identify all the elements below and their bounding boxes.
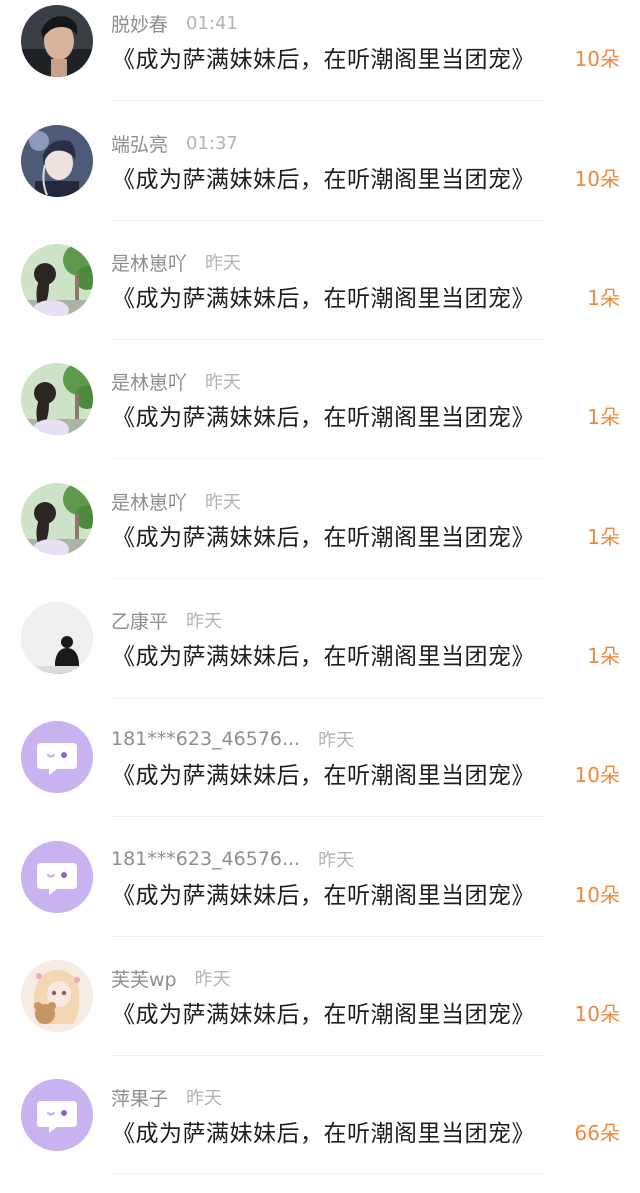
message-text: 《成为萨满妹妹后，在听潮阁里当团宠》 bbox=[112, 167, 535, 193]
message-row[interactable]: 是林崽吖 昨天 《成为萨满妹妹后，在听潮阁里当团宠》 1朵 bbox=[0, 239, 640, 358]
divider bbox=[112, 578, 544, 579]
user-name[interactable]: 181***623_46576... bbox=[111, 728, 300, 750]
message-meta: 萍果子 昨天 bbox=[111, 1084, 222, 1110]
message-text: 《成为萨满妹妹后，在听潮阁里当团宠》 bbox=[112, 1002, 535, 1028]
avatar-bw-figure-silhouette[interactable] bbox=[21, 602, 93, 674]
message-meta: 181***623_46576... 昨天 bbox=[111, 726, 354, 752]
avatar-anime-girl-teddy-bear[interactable] bbox=[21, 960, 93, 1032]
user-name[interactable]: 是林崽吖 bbox=[111, 249, 187, 276]
user-name[interactable]: 181***623_46576... bbox=[111, 848, 300, 870]
message-row[interactable]: 脱妙春 01:41 《成为萨满妹妹后，在听潮阁里当团宠》 10朵 bbox=[0, 0, 640, 119]
user-name[interactable]: 萍果子 bbox=[111, 1084, 168, 1111]
avatar-portrait-man-dark-hair[interactable] bbox=[21, 5, 93, 77]
message-row[interactable]: 萍果子 昨天 《成为萨满妹妹后，在听潮阁里当团宠》 66朵 bbox=[0, 1074, 640, 1193]
message-text: 《成为萨满妹妹后，在听潮阁里当团宠》 bbox=[112, 763, 535, 789]
message-list: 脱妙春 01:41 《成为萨满妹妹后，在听潮阁里当团宠》 10朵 端弘亮 01:… bbox=[0, 0, 640, 1180]
divider bbox=[112, 100, 544, 101]
gift-count: 10朵 bbox=[574, 47, 620, 71]
user-name[interactable]: 乙康平 bbox=[111, 607, 168, 634]
avatar-girl-ponytail-trees[interactable] bbox=[21, 363, 93, 435]
timestamp: 昨天 bbox=[205, 492, 242, 513]
message-text: 《成为萨满妹妹后，在听潮阁里当团宠》 bbox=[112, 1121, 535, 1147]
message-text: 《成为萨满妹妹后，在听潮阁里当团宠》 bbox=[112, 644, 535, 670]
message-text: 《成为萨满妹妹后，在听潮阁里当团宠》 bbox=[112, 286, 535, 312]
message-text: 《成为萨满妹妹后，在听潮阁里当团宠》 bbox=[112, 525, 535, 551]
avatar-anime-boy-headphones[interactable] bbox=[21, 125, 93, 197]
message-text: 《成为萨满妹妹后，在听潮阁里当团宠》 bbox=[112, 405, 535, 431]
message-text: 《成为萨满妹妹后，在听潮阁里当团宠》 bbox=[112, 47, 535, 73]
user-name[interactable]: 脱妙春 bbox=[111, 10, 168, 37]
gift-count: 1朵 bbox=[587, 405, 620, 429]
message-meta: 乙康平 昨天 bbox=[111, 607, 222, 633]
message-meta: 芙芙wp 昨天 bbox=[111, 965, 231, 991]
timestamp: 昨天 bbox=[205, 253, 242, 274]
gift-count: 1朵 bbox=[587, 644, 620, 668]
message-row[interactable]: 乙康平 昨天 《成为萨满妹妹后，在听潮阁里当团宠》 1朵 bbox=[0, 597, 640, 716]
avatar-default-chat-bubble[interactable] bbox=[21, 721, 93, 793]
message-row[interactable]: 是林崽吖 昨天 《成为萨满妹妹后，在听潮阁里当团宠》 1朵 bbox=[0, 478, 640, 597]
timestamp: 昨天 bbox=[318, 850, 355, 871]
user-name[interactable]: 是林崽吖 bbox=[111, 488, 187, 515]
avatar-default-chat-bubble[interactable] bbox=[21, 841, 93, 913]
timestamp: 01:37 bbox=[186, 132, 238, 154]
user-name[interactable]: 是林崽吖 bbox=[111, 368, 187, 395]
divider bbox=[112, 936, 544, 937]
avatar-girl-ponytail-trees[interactable] bbox=[21, 483, 93, 555]
timestamp: 昨天 bbox=[318, 730, 355, 751]
message-row[interactable]: 是林崽吖 昨天 《成为萨满妹妹后，在听潮阁里当团宠》 1朵 bbox=[0, 358, 640, 477]
timestamp: 昨天 bbox=[186, 1088, 223, 1109]
message-row[interactable]: 181***623_46576... 昨天 《成为萨满妹妹后，在听潮阁里当团宠》… bbox=[0, 836, 640, 955]
message-meta: 脱妙春 01:41 bbox=[111, 10, 238, 36]
message-row[interactable]: 端弘亮 01:37 《成为萨满妹妹后，在听潮阁里当团宠》 10朵 bbox=[0, 120, 640, 239]
message-row[interactable]: 181***623_46576... 昨天 《成为萨满妹妹后，在听潮阁里当团宠》… bbox=[0, 716, 640, 835]
message-row[interactable]: 芙芙wp 昨天 《成为萨满妹妹后，在听潮阁里当团宠》 10朵 bbox=[0, 955, 640, 1074]
gift-count: 10朵 bbox=[574, 763, 620, 787]
avatar-girl-ponytail-trees[interactable] bbox=[21, 244, 93, 316]
message-meta: 是林崽吖 昨天 bbox=[111, 488, 241, 514]
user-name[interactable]: 端弘亮 bbox=[111, 130, 168, 157]
message-meta: 是林崽吖 昨天 bbox=[111, 249, 241, 275]
divider bbox=[112, 697, 544, 698]
timestamp: 昨天 bbox=[194, 969, 231, 990]
avatar-default-chat-bubble[interactable] bbox=[21, 1079, 93, 1151]
divider bbox=[112, 220, 544, 221]
message-text: 《成为萨满妹妹后，在听潮阁里当团宠》 bbox=[112, 883, 535, 909]
divider bbox=[112, 339, 544, 340]
gift-count: 10朵 bbox=[574, 883, 620, 907]
gift-count: 10朵 bbox=[574, 167, 620, 191]
gift-count: 10朵 bbox=[574, 1002, 620, 1026]
timestamp: 昨天 bbox=[186, 611, 223, 632]
user-name[interactable]: 芙芙wp bbox=[111, 965, 177, 992]
message-meta: 181***623_46576... 昨天 bbox=[111, 846, 354, 872]
message-meta: 端弘亮 01:37 bbox=[111, 130, 238, 156]
gift-count: 1朵 bbox=[587, 286, 620, 310]
divider bbox=[112, 816, 544, 817]
gift-count: 66朵 bbox=[574, 1121, 620, 1145]
gift-count: 1朵 bbox=[587, 525, 620, 549]
timestamp: 昨天 bbox=[205, 372, 242, 393]
divider bbox=[112, 1174, 544, 1175]
timestamp: 01:41 bbox=[186, 12, 238, 34]
divider bbox=[112, 1055, 544, 1056]
divider bbox=[112, 458, 544, 459]
message-meta: 是林崽吖 昨天 bbox=[111, 368, 241, 394]
